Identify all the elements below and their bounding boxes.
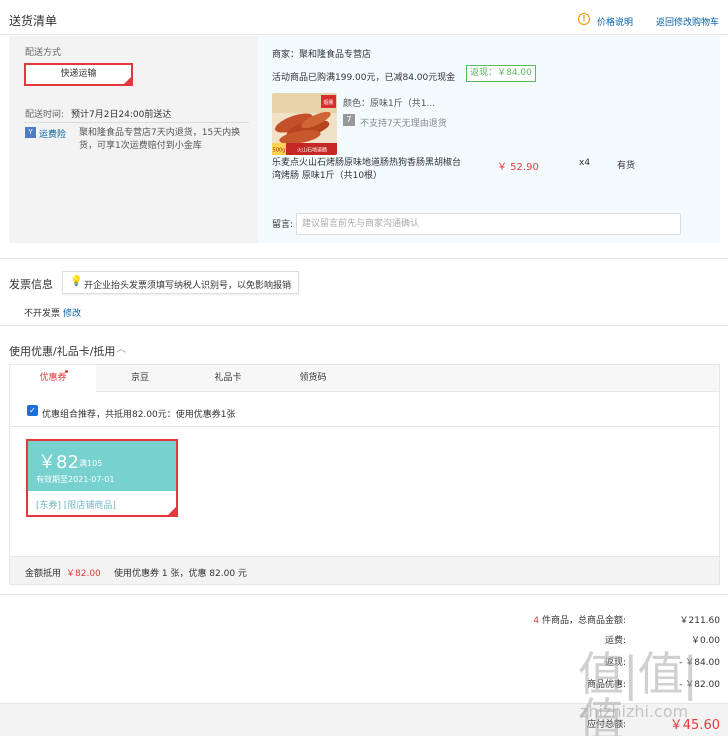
- divider: [24, 122, 249, 123]
- check-icon: ✓: [125, 73, 131, 80]
- product-color: 颜色：原味1斤（共1...: [343, 99, 436, 109]
- goods-count: 4: [533, 616, 540, 626]
- promo-text: 活动商品已购满199.00元，已减84.00元现金: [272, 73, 456, 83]
- insurance-link[interactable]: 运费险: [39, 127, 66, 140]
- combo-checkbox[interactable]: ✓: [27, 405, 38, 416]
- product-quantity: x4: [579, 158, 591, 168]
- message-input[interactable]: [296, 213, 681, 235]
- image-badge-text: 火山石地道肠: [297, 147, 327, 154]
- info-icon: !: [578, 13, 590, 25]
- goods-total-label: 4 件商品，总商品金额:: [500, 613, 626, 626]
- chevron-up-icon[interactable]: ︿: [116, 340, 126, 355]
- lightbulb-icon: 💡: [70, 276, 83, 287]
- divider: [10, 426, 719, 427]
- sausage-image: 烟熏 500g 火山石地道肠: [272, 93, 337, 155]
- tab-coupons[interactable]: 优惠券: [10, 365, 96, 393]
- product-price: ￥ 52.90: [497, 162, 539, 173]
- freight-value: ￥0.00: [690, 636, 720, 646]
- insurance-description: 聚和隆食品专营店7天内退货，15天内换货，可享1次运费赔付到小金库: [79, 128, 241, 151]
- divider: [0, 325, 728, 326]
- invoice-edit-link[interactable]: 修改: [63, 306, 81, 319]
- invoice-title: 发票信息: [9, 278, 53, 291]
- selected-corner-icon: [166, 505, 178, 517]
- shipping-method-label: 配送方式: [25, 48, 62, 58]
- page-title: 送货清单: [9, 14, 58, 28]
- product-image[interactable]: 烟熏 500g 火山石地道肠: [272, 93, 337, 155]
- coupon-summary-text: 使用优惠券 1 张，优惠 82.00 元: [114, 569, 247, 579]
- shipping-method-button[interactable]: 快递运输 ✓: [24, 63, 133, 86]
- no-return-text: 不支持7天无理由退货: [360, 119, 447, 129]
- shop-name: 商家：聚和隆食品专营店: [272, 50, 372, 60]
- shipping-method-value: 快递运输: [60, 69, 97, 79]
- coupon-amount: ￥82: [38, 452, 79, 473]
- delivery-time-label: 配送时间:: [25, 110, 65, 120]
- image-tag-text: 烟熏: [323, 99, 333, 106]
- stock-status: 有货: [617, 161, 636, 171]
- coupon-tags: [东券] [限店铺商品]: [36, 501, 116, 511]
- coupon-expiry: 有效期至2021-07-01: [36, 475, 115, 484]
- cashback-badge: 返现：￥84.00: [466, 65, 536, 82]
- back-to-cart-link[interactable]: 返回修改购物车: [656, 15, 719, 28]
- price-explain-link[interactable]: 价格说明: [597, 15, 633, 28]
- tab-gift-card[interactable]: 礼品卡: [196, 365, 260, 392]
- tab-label: 优惠券: [39, 373, 67, 383]
- message-label: 留言:: [272, 220, 294, 230]
- coupon-section-title[interactable]: 使用优惠/礼品卡/抵用: [9, 343, 115, 359]
- image-weight-text: 500g: [273, 148, 286, 154]
- invoice-value: 不开发票: [24, 309, 61, 319]
- invoice-tip-text: 开企业抬头发票须填写纳税人识别号，以免影响报销: [84, 281, 292, 291]
- watermark-url: zhizhizhi.com: [580, 702, 689, 721]
- insurance-icon: Y: [25, 127, 36, 138]
- tab-redeem-code[interactable]: 领货码: [281, 365, 345, 392]
- coupon-summary-amount: ￥82.00: [66, 569, 101, 579]
- no-return-icon: 7: [343, 114, 355, 126]
- delivery-time-value: 预计7月2日24:00前送达: [71, 110, 172, 120]
- goods-label: 件商品，总商品金额:: [541, 616, 626, 626]
- watermark-logo: 值|值|值: [578, 647, 698, 736]
- coupon-condition: 满105: [79, 459, 103, 468]
- goods-total-value: ￥211.60: [679, 616, 721, 626]
- product-title[interactable]: 乐麦点火山石烤肠原味地道肠热狗香肠黑胡椒台湾烤肠 原味1斤（共10根）: [272, 157, 462, 183]
- freight-label: 运费:: [604, 636, 626, 646]
- tab-jingdou[interactable]: 京豆: [108, 365, 172, 392]
- divider: [0, 258, 728, 259]
- new-dot-icon: [65, 370, 68, 373]
- divider: [0, 594, 728, 595]
- combo-text: 优惠组合推荐，共抵用82.00元：使用优惠券1张: [42, 410, 236, 420]
- divider: [0, 34, 728, 35]
- coupon-summary-label: 金额抵用: [25, 569, 62, 579]
